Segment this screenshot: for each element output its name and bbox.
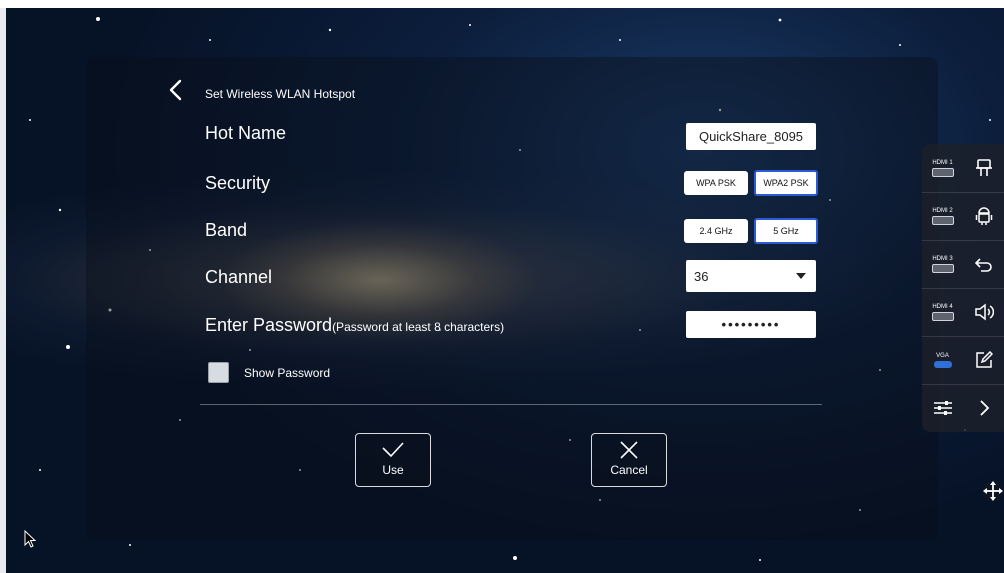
security-label: Security: [205, 173, 271, 193]
vga-port-icon: VGA: [933, 353, 952, 368]
divider: [200, 404, 822, 405]
hdmi-port-icon: HDMI 1: [931, 160, 954, 177]
annotate-icon: [975, 351, 993, 368]
security-option-wpa2-psk[interactable]: WPA2 PSK: [754, 170, 818, 196]
hdmi-port-icon: HDMI 4: [931, 304, 954, 321]
tools-button[interactable]: [963, 144, 1004, 192]
hot-name-label: Hot Name: [205, 123, 287, 143]
cancel-button-label: Cancel: [610, 463, 648, 477]
mouse-cursor-icon: [24, 530, 37, 548]
settings-button[interactable]: [922, 384, 963, 432]
source-vga[interactable]: VGA: [922, 336, 963, 384]
settings-sliders-icon: [933, 401, 952, 415]
volume-icon: [974, 303, 994, 321]
move-icon[interactable]: [982, 480, 1004, 502]
screen-left-edge: [0, 8, 6, 573]
chevron-right-icon: [979, 400, 989, 416]
band-option-2-4ghz[interactable]: 2.4 GHz: [684, 219, 748, 243]
channel-select[interactable]: 36: [686, 260, 816, 292]
tools-icon: [975, 159, 992, 176]
hdmi-port-icon: HDMI 2: [931, 208, 954, 225]
password-label-row: Enter Password(Password at least 8 chara…: [205, 315, 504, 336]
source-hdmi-1[interactable]: HDMI 1: [922, 144, 963, 192]
use-button[interactable]: Use: [355, 433, 431, 487]
back-icon: [974, 258, 992, 272]
checkmark-icon: [382, 442, 404, 458]
dialog-title: Set Wireless WLAN Hotspot: [205, 87, 356, 101]
volume-button[interactable]: [963, 288, 1004, 336]
show-password-label[interactable]: Show Password: [244, 366, 330, 380]
security-option-wpa-psk[interactable]: WPA PSK: [684, 171, 748, 195]
cancel-button[interactable]: Cancel: [591, 433, 667, 487]
source-hdmi-3[interactable]: HDMI 3: [922, 240, 963, 288]
source-hdmi-2[interactable]: HDMI 2: [922, 192, 963, 240]
show-password-checkbox[interactable]: [208, 362, 229, 383]
back-arrow-icon[interactable]: [166, 79, 188, 101]
android-icon: [975, 207, 992, 225]
back-button[interactable]: [963, 240, 1004, 288]
source-hdmi-4[interactable]: HDMI 4: [922, 288, 963, 336]
close-icon: [620, 441, 638, 459]
band-option-5ghz[interactable]: 5 GHz: [754, 218, 818, 244]
expand-button[interactable]: [963, 384, 1004, 432]
password-label: Enter Password: [205, 315, 333, 335]
channel-label: Channel: [205, 267, 273, 287]
hdmi-port-icon: HDMI 3: [931, 256, 954, 273]
annotate-button[interactable]: [963, 336, 1004, 384]
password-hint: (Password at least 8 characters): [332, 320, 505, 334]
chevron-down-icon: [796, 273, 806, 279]
android-button[interactable]: [963, 192, 1004, 240]
hot-name-input[interactable]: QuickShare_8095: [686, 123, 816, 150]
screen-top-edge: [0, 0, 1004, 8]
input-source-sidebar: HDMI 1 HDMI 2 HDMI 3 HDMI 4 VGA: [922, 144, 1004, 432]
use-button-label: Use: [382, 463, 404, 477]
channel-value: 36: [694, 268, 709, 284]
band-label: Band: [205, 220, 248, 240]
password-input[interactable]: •••••••••: [686, 311, 816, 338]
